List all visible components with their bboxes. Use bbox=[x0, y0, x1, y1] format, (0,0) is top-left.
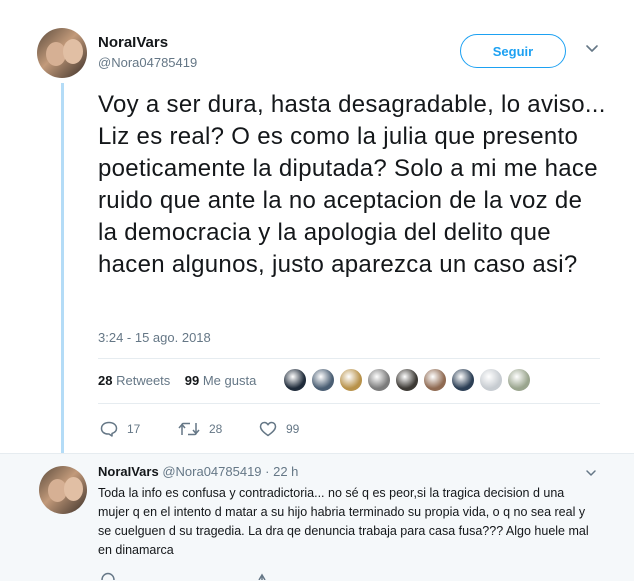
liker-avatar[interactable] bbox=[367, 368, 391, 392]
reply-text: Toda la info es confusa y contradictoria… bbox=[98, 486, 589, 557]
liker-avatar[interactable] bbox=[451, 368, 475, 392]
like-count: 99 bbox=[286, 422, 300, 436]
tweet-timestamp[interactable]: 3:24 - 15 ago. 2018 bbox=[98, 330, 211, 345]
avatar[interactable] bbox=[37, 28, 87, 78]
author-name[interactable]: NoraIVars bbox=[98, 34, 168, 51]
retweet-count: 28 bbox=[209, 422, 223, 436]
reply-avatar[interactable] bbox=[39, 466, 87, 514]
chevron-down-icon[interactable] bbox=[584, 40, 600, 56]
liker-avatar[interactable] bbox=[283, 368, 307, 392]
liker-avatars bbox=[283, 368, 535, 392]
divider bbox=[98, 403, 600, 404]
reply-actions bbox=[98, 572, 278, 580]
tweet-text: Voy a ser dura, hasta desagradable, lo a… bbox=[98, 91, 606, 278]
follow-button[interactable]: Seguir bbox=[460, 34, 566, 68]
author-handle[interactable]: @Nora04785419 bbox=[98, 55, 197, 70]
reply-icon bbox=[100, 421, 118, 437]
heart-icon bbox=[259, 421, 277, 437]
reply-author-handle[interactable]: @Nora04785419 bbox=[162, 464, 261, 479]
tweet-stats: 28 Retweets 99 Me gusta bbox=[98, 373, 256, 388]
chevron-down-icon[interactable] bbox=[584, 466, 598, 480]
liker-avatar[interactable] bbox=[339, 368, 363, 392]
reply-header: NoraIVars @Nora04785419 · 22 h bbox=[98, 464, 298, 479]
reply-icon[interactable] bbox=[100, 572, 116, 580]
reply-action[interactable]: 17 bbox=[100, 421, 140, 437]
retweets-stat[interactable]: 28 Retweets bbox=[98, 373, 170, 388]
reply-author-name[interactable]: NoraIVars bbox=[98, 464, 159, 479]
thread-connector bbox=[61, 83, 64, 453]
reply-count: 17 bbox=[127, 422, 141, 436]
liker-avatar[interactable] bbox=[479, 368, 503, 392]
divider bbox=[98, 358, 600, 359]
like-action[interactable]: 99 bbox=[259, 421, 299, 437]
liker-avatar[interactable] bbox=[311, 368, 335, 392]
retweet-icon[interactable] bbox=[258, 572, 278, 580]
retweet-action[interactable]: 28 bbox=[178, 421, 222, 437]
liker-avatar[interactable] bbox=[395, 368, 419, 392]
reply-time[interactable]: · 22 h bbox=[265, 464, 298, 479]
liker-avatar[interactable] bbox=[423, 368, 447, 392]
retweet-icon bbox=[178, 422, 200, 436]
liker-avatar[interactable] bbox=[507, 368, 531, 392]
likes-stat[interactable]: 99 Me gusta bbox=[185, 373, 257, 388]
